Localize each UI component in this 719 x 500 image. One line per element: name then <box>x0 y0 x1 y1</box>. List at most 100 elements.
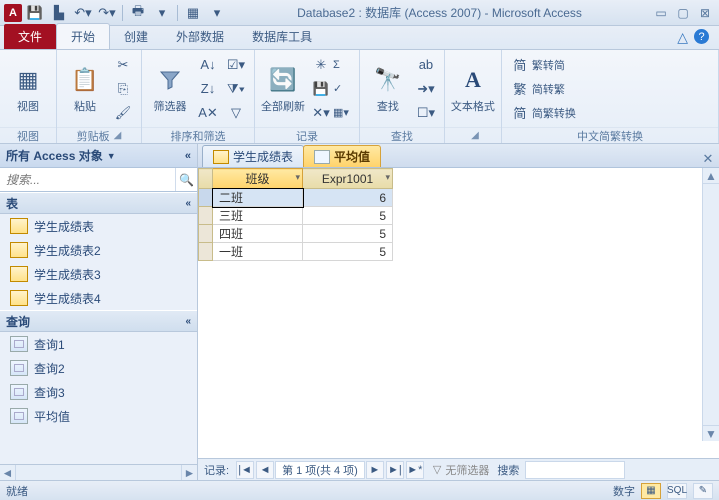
save-record-button[interactable]: 💾✓ <box>309 78 353 100</box>
qat-datasheet-icon[interactable]: ▦ <box>182 3 204 23</box>
column-header[interactable]: 班级▾ <box>213 169 303 189</box>
nav-item-query[interactable]: 查询2 <box>0 356 197 380</box>
sql-view-switch[interactable]: SQL <box>667 483 687 499</box>
sc-to-tc-button[interactable]: 繁简转繁 <box>508 78 580 100</box>
minimize-button[interactable]: ▭ <box>651 5 671 21</box>
qat-preview-icon[interactable]: ▾ <box>151 3 173 23</box>
nav-item-table[interactable]: 学生成绩表2 <box>0 238 197 262</box>
nav-item-table[interactable]: 学生成绩表 <box>0 214 197 238</box>
row-header[interactable] <box>199 207 213 225</box>
nav-item-query[interactable]: 查询1 <box>0 332 197 356</box>
advanced-filter-button[interactable]: ⧩▾ <box>224 78 248 100</box>
sort-desc-button[interactable]: Z↓ <box>196 78 220 100</box>
textfmt-launcher-icon[interactable]: ◢ <box>471 130 479 141</box>
clipboard-launcher-icon[interactable]: ◢ <box>114 130 122 141</box>
new-record-nav-button[interactable]: ►* <box>406 461 424 479</box>
vertical-scrollbar[interactable]: ▲ ▼ <box>702 168 719 441</box>
column-dropdown-icon[interactable]: ▾ <box>295 172 300 183</box>
first-record-button[interactable]: |◄ <box>236 461 254 479</box>
nav-group-queries-header[interactable]: 查询 « <box>0 310 197 332</box>
toggle-filter-button[interactable]: ▽ <box>224 102 248 124</box>
row-header[interactable] <box>199 189 213 207</box>
maximize-button[interactable]: ▢ <box>673 5 693 21</box>
qat-more-icon[interactable]: ▾ <box>206 3 228 23</box>
qat-redo-icon[interactable]: ↷▾ <box>96 3 118 23</box>
copy-button[interactable]: ⎘ <box>111 78 135 100</box>
new-record-button[interactable]: ✳Σ <box>309 54 353 76</box>
table-row[interactable]: 二班 6 <box>199 189 393 207</box>
tab-create[interactable]: 创建 <box>110 24 162 49</box>
cell[interactable]: 四班 <box>213 225 303 243</box>
last-record-button[interactable]: ►| <box>386 461 404 479</box>
scroll-right-icon[interactable]: ► <box>181 465 197 480</box>
sc-tc-convert-button[interactable]: 简简繁转换 <box>508 102 580 124</box>
cell[interactable]: 一班 <box>213 243 303 261</box>
nav-search-input[interactable] <box>0 168 175 191</box>
nav-header-dropdown-icon[interactable]: ▼ <box>107 151 116 161</box>
nav-collapse-icon[interactable]: « <box>185 150 191 162</box>
table-row[interactable]: 四班 5 <box>199 225 393 243</box>
clear-sort-button[interactable]: A✕ <box>196 102 220 124</box>
qat-print-icon[interactable]: 🖶 <box>127 3 149 23</box>
filter-button[interactable]: 筛选器 <box>148 64 192 114</box>
data-grid[interactable]: 班级▾ Expr1001▾ 二班 6 三班 5 <box>198 168 393 261</box>
search-icon[interactable]: 🔍 <box>175 168 197 191</box>
delete-record-button[interactable]: ✕▾▦▾ <box>309 102 353 124</box>
design-view-switch[interactable]: ✎ <box>693 483 713 499</box>
text-format-button[interactable]: A 文本格式 <box>451 64 495 114</box>
cell[interactable]: 5 <box>303 243 393 261</box>
record-search-input[interactable] <box>525 461 625 479</box>
qat-save-icon[interactable]: 💾 <box>24 3 46 23</box>
select-button[interactable]: ☐▾ <box>414 102 438 124</box>
cell[interactable]: 二班 <box>213 189 303 207</box>
prev-record-button[interactable]: ◄ <box>256 461 274 479</box>
tab-home[interactable]: 开始 <box>56 23 110 49</box>
cell[interactable]: 三班 <box>213 207 303 225</box>
nav-item-table[interactable]: 学生成绩表4 <box>0 286 197 310</box>
nav-hscrollbar[interactable]: ◄ ► <box>0 464 197 480</box>
nav-item-table[interactable]: 学生成绩表3 <box>0 262 197 286</box>
format-painter-button[interactable]: 🖌 <box>111 102 135 124</box>
goto-button[interactable]: ➜▾ <box>414 78 438 100</box>
scroll-left-icon[interactable]: ◄ <box>0 465 16 480</box>
nav-item-query[interactable]: 查询3 <box>0 380 197 404</box>
nav-group-tables-header[interactable]: 表 « <box>0 192 197 214</box>
record-position[interactable]: 第 1 项(共 4 项) <box>275 461 365 479</box>
minimize-ribbon-icon[interactable]: △ <box>677 29 688 46</box>
next-record-button[interactable]: ► <box>366 461 384 479</box>
doc-tab-table[interactable]: 学生成绩表 <box>202 145 304 167</box>
sort-asc-button[interactable]: A↓ <box>196 54 220 76</box>
replace-button[interactable]: ab <box>414 54 438 76</box>
find-button[interactable]: 🔭 查找 <box>366 64 410 114</box>
cut-button[interactable]: ✂ <box>111 54 135 76</box>
table-row[interactable]: 三班 5 <box>199 207 393 225</box>
datasheet-view-switch[interactable]: ▦ <box>641 483 661 499</box>
app-icon[interactable]: A <box>4 4 22 22</box>
selection-filter-button[interactable]: ☑▾ <box>224 54 248 76</box>
paste-button[interactable]: 📋 粘贴 <box>63 64 107 114</box>
qat-new-icon[interactable]: ▙ <box>48 3 70 23</box>
tc-to-sc-button[interactable]: 简繁转简 <box>508 54 580 76</box>
tab-external[interactable]: 外部数据 <box>162 24 238 49</box>
nav-item-query[interactable]: 平均值 <box>0 404 197 428</box>
no-filter-indicator[interactable]: ▽无筛选器 <box>425 462 497 478</box>
doc-tab-query[interactable]: 平均值 <box>303 145 381 167</box>
scroll-down-icon[interactable]: ▼ <box>703 425 719 441</box>
refresh-all-button[interactable]: 🔄 全部刷新 <box>261 64 305 114</box>
tab-tools[interactable]: 数据库工具 <box>238 24 326 49</box>
close-button[interactable]: ⊠ <box>695 5 715 21</box>
select-all-corner[interactable] <box>199 169 213 189</box>
file-tab[interactable]: 文件 <box>4 24 56 49</box>
qat-undo-icon[interactable]: ↶▾ <box>72 3 94 23</box>
cell[interactable]: 5 <box>303 225 393 243</box>
table-row[interactable]: 一班 5 <box>199 243 393 261</box>
view-button[interactable]: ▦ 视图 <box>6 64 50 114</box>
scroll-up-icon[interactable]: ▲ <box>703 168 719 184</box>
column-dropdown-icon[interactable]: ▾ <box>385 172 390 183</box>
column-header[interactable]: Expr1001▾ <box>303 169 393 189</box>
cell[interactable]: 6 <box>303 189 393 207</box>
row-header[interactable] <box>199 225 213 243</box>
row-header[interactable] <box>199 243 213 261</box>
nav-pane-header[interactable]: 所有 Access 对象 ▼ « <box>0 144 197 168</box>
help-icon[interactable]: ? <box>694 29 709 44</box>
